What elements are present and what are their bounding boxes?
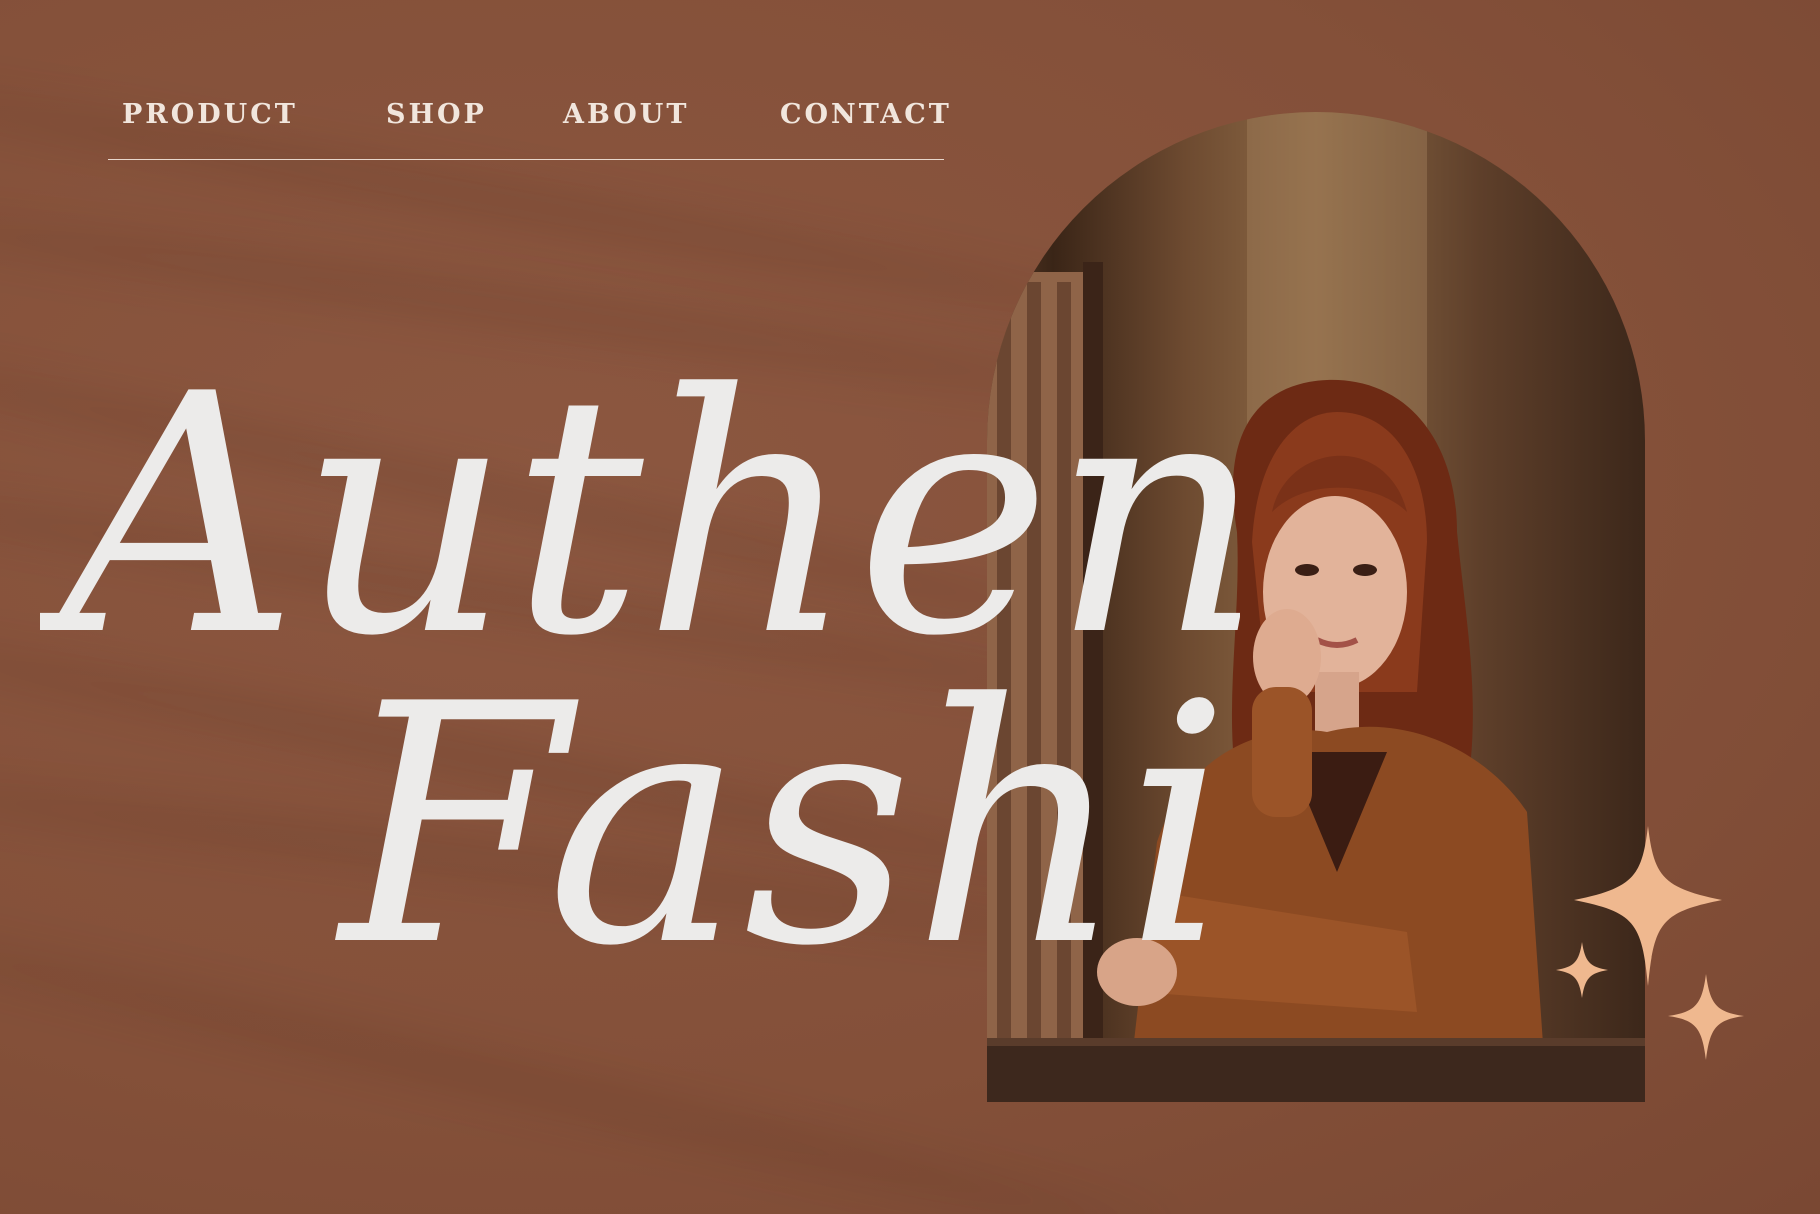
headline: Authentic Fashion: [40, 324, 1240, 1018]
top-nav: PRODUCT SHOP ABOUT CONTACT: [108, 95, 949, 160]
sparkle-icon: [1556, 942, 1608, 998]
nav-about[interactable]: ABOUT: [563, 99, 689, 130]
nav-shop[interactable]: SHOP: [386, 99, 487, 130]
hero-banner: PRODUCT SHOP ABOUT CONTACT Authen Fashi: [0, 0, 1820, 1214]
sparkle-icon: [1574, 826, 1722, 986]
headline-line2: Fashion: [335, 634, 1240, 1018]
sparkle-icon: [1668, 974, 1744, 1060]
sparkle-group: [1556, 826, 1744, 1060]
nav-product[interactable]: PRODUCT: [122, 99, 298, 130]
nav-contact[interactable]: CONTACT: [780, 99, 952, 130]
